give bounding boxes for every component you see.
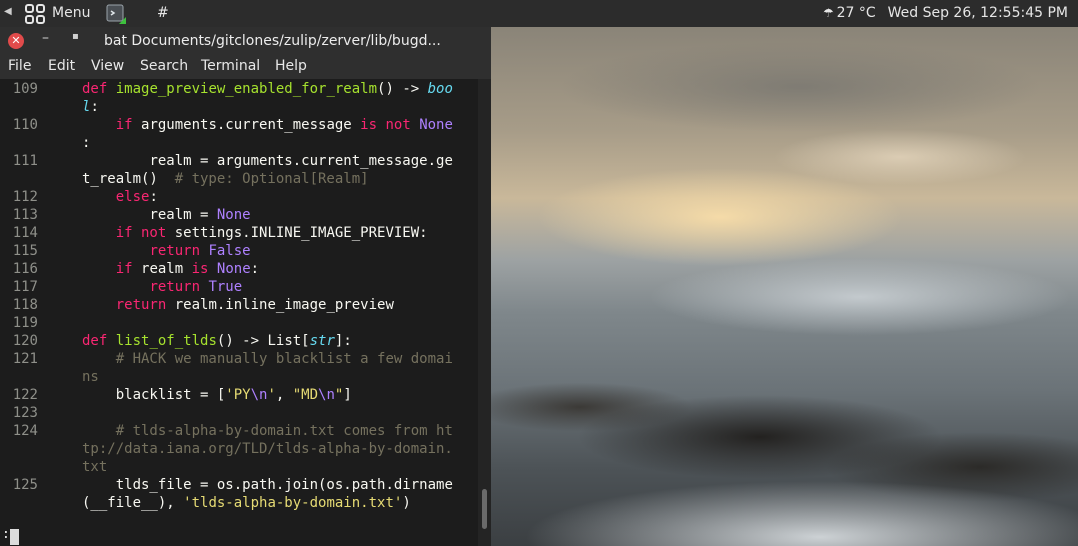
code-line: def list_of_tlds() -> List[str]: [82,333,352,349]
code-line: if not settings.INLINE_IMAGE_PREVIEW: [115,225,428,241]
line-number: 112 [12,189,38,205]
line-number: 119 [12,315,38,331]
line-number: 110 [12,117,38,133]
code-line: else: [115,189,158,205]
window-titlebar[interactable]: ✕ – ▪ bat Documents/gitclones/zulip/zerv… [0,27,491,55]
menubar: File Edit View Search Terminal Help [0,55,491,79]
line-number: 125 [12,477,38,493]
vertical-scrollbar[interactable] [478,79,491,546]
code-line: realm = None [149,207,251,223]
workspace-hash[interactable]: # [157,5,169,21]
line-number: 118 [12,297,38,313]
menu-terminal[interactable]: Terminal [201,58,260,74]
code-line: return False [149,243,251,259]
terminal-launcher-icon[interactable] [105,3,127,25]
code-line: txt [82,459,108,475]
code-line: return True [149,279,243,295]
code-line: def image_preview_enabled_for_realm() ->… [82,81,453,97]
line-number: 116 [12,261,38,277]
terminal-window: ✕ – ▪ bat Documents/gitclones/zulip/zerv… [0,27,491,546]
line-number: 111 [12,153,38,169]
menu-help[interactable]: Help [275,58,307,74]
maximize-button[interactable]: ▪ [72,31,79,42]
grid-menu-icon[interactable] [24,3,46,25]
line-number: 114 [12,225,38,241]
menu-search[interactable]: Search [140,58,188,74]
menu-view[interactable]: View [91,58,124,74]
code-line: if arguments.current_message is not None [115,117,453,133]
line-number: 109 [12,81,38,97]
line-number: 117 [12,279,38,295]
code-line: (__file__), 'tlds-alpha-by-domain.txt') [82,495,411,511]
line-number: 123 [12,405,38,421]
minimize-button[interactable]: – [42,30,49,46]
line-number: 113 [12,207,38,223]
close-button[interactable]: ✕ [8,33,24,49]
code-line: # tlds-alpha-by-domain.txt comes from ht [115,423,453,439]
menu-button-label[interactable]: Menu [52,5,90,21]
line-number: 115 [12,243,38,259]
weather-cloudy-icon[interactable]: ☂ [823,6,834,20]
code-line: if realm is None: [115,261,260,277]
text-cursor [10,529,19,545]
line-number: 122 [12,387,38,403]
code-line: # HACK we manually blacklist a few domai [115,351,453,367]
code-line: tp://data.iana.org/TLD/tlds-alpha-by-dom… [82,441,453,457]
window-title: bat Documents/gitclones/zulip/zerver/lib… [104,33,441,49]
pager-status-line: : [0,527,478,546]
code-line: blacklist = ['PY\n', "MD\n"] [115,387,352,403]
line-number: 120 [12,333,38,349]
panel-status-area: ☂ 27 °C Wed Sep 26, 12:55:45 PM [823,5,1068,21]
code-line: tlds_file = os.path.join(os.path.dirname [115,477,453,493]
menu-file[interactable]: File [8,58,31,74]
top-panel: ◀ Menu # ☂ 27 °C Wed Sep 26, 12:55:45 PM [0,0,1078,27]
code-line: return realm.inline_image_preview [115,297,394,313]
code-line: realm = arguments.current_message.ge [149,153,453,169]
clock[interactable]: Wed Sep 26, 12:55:45 PM [888,5,1068,21]
temperature[interactable]: 27 °C [837,5,876,21]
code-line: t_realm() # type: Optional[Realm] [82,171,369,187]
code-view[interactable]: 109 110 111 112 113 114 115 116 117 118 … [0,79,478,535]
code-line: l: [82,99,99,115]
pager-prompt: : [2,527,10,542]
code-line: ns [82,369,99,385]
code-line: : [82,135,91,151]
panel-left-arrow-icon[interactable]: ◀ [4,6,12,17]
menu-edit[interactable]: Edit [48,58,75,74]
scrollbar-thumb[interactable] [482,489,487,529]
line-number: 124 [12,423,38,439]
line-number: 121 [12,351,38,367]
